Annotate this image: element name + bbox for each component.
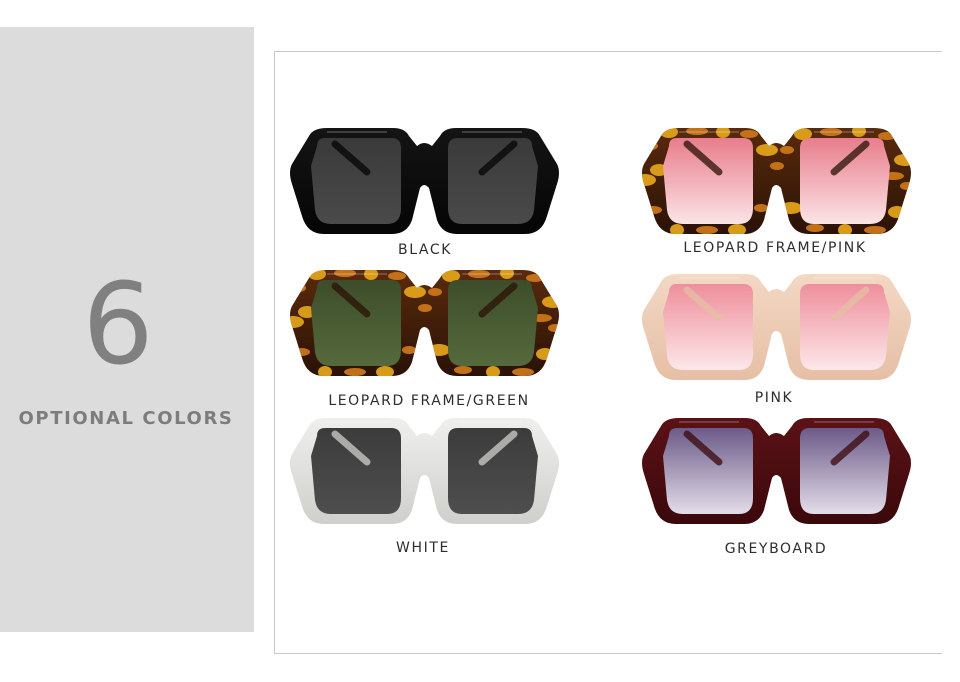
sunglasses-image-pink	[642, 274, 911, 380]
sunglasses-image-leopard-green	[290, 270, 559, 376]
variant-label-greyboard: GREYBOARD	[724, 541, 828, 557]
color-count: 6	[82, 260, 154, 390]
variant-label-leopard-pink: LEOPARD FRAME/PINK	[683, 240, 867, 256]
variant-label-black: BLACK	[397, 242, 453, 258]
sunglasses-image-white	[290, 418, 559, 524]
sunglasses-image-greyboard	[642, 418, 911, 524]
variant-label-white: WHITE	[396, 540, 450, 556]
optional-colors-label: OPTIONAL COLORS	[18, 408, 234, 429]
sunglasses-image-leopard-pink	[642, 128, 911, 234]
variant-label-leopard-green: LEOPARD FRAME/GREEN	[328, 393, 530, 409]
side-panel: 6 OPTIONAL COLORS	[0, 27, 254, 632]
variant-label-pink: PINK	[754, 390, 794, 406]
sunglasses-image-black	[290, 128, 559, 234]
color-gallery: BLACK LEOPARD FRAME/PINK LEOPARD FRAME/G…	[274, 51, 942, 654]
